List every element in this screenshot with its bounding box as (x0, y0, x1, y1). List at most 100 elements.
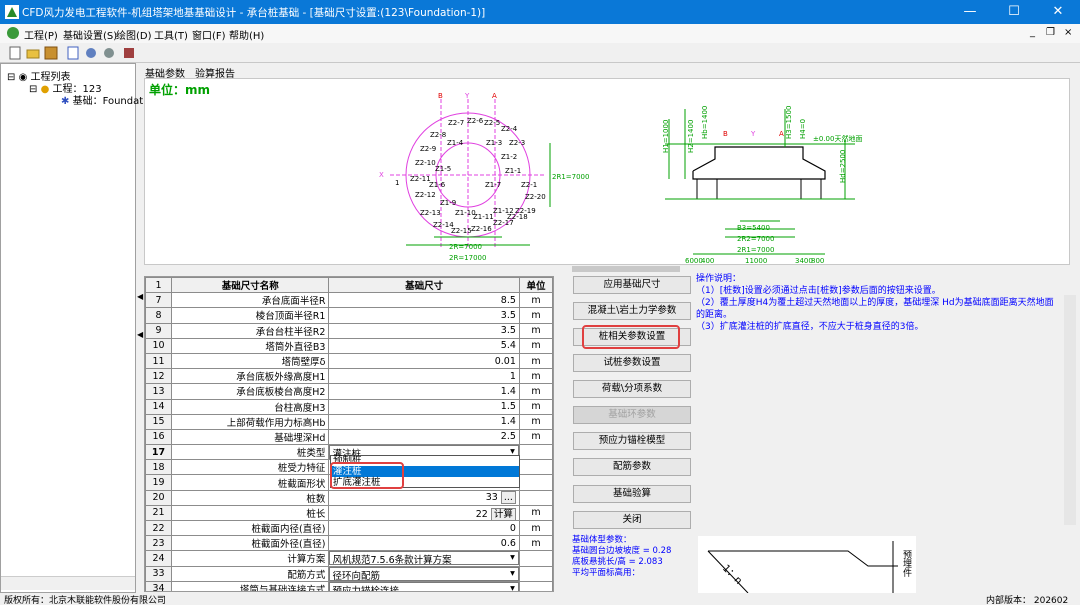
chevron-down-icon[interactable]: ▾ (510, 568, 515, 579)
value-cell[interactable]: 1 (328, 368, 520, 385)
pile-label: Z2-18 (507, 213, 528, 221)
pile-label: Z1-6 (429, 181, 446, 189)
table-row: 9 承台台柱半径R2 3.5 m (145, 322, 553, 339)
table-row: 22 桩截面内径(直径) 0 m (145, 519, 553, 537)
pile-label: Z2-9 (420, 145, 436, 153)
reinforcement-button[interactable]: 配筋参数 (573, 458, 691, 476)
menu-drawing[interactable]: 绘图(D) (116, 27, 152, 42)
collapse-left-icon[interactable]: ◀ (137, 292, 143, 301)
calc-scheme-select[interactable]: 风机规范7.5.6条款计算方案 ▾ (329, 551, 519, 566)
concrete-params-button[interactable]: 混凝土\岩土力学参数 (573, 302, 691, 320)
anchor-model-button[interactable]: 预应力锚栓模型 (573, 432, 691, 450)
mdi-minimize-button[interactable]: _ (1030, 27, 1035, 38)
foundation-icon: ✱ (61, 96, 70, 107)
header-value: 基础尺寸 (328, 277, 520, 294)
value-cell[interactable]: 2.5 (328, 428, 520, 446)
maximize-button[interactable]: ☐ (992, 0, 1036, 24)
menu-help[interactable]: 帮助(H) (229, 27, 264, 42)
status-bar: 版权所有：北京木联能软件股份有限公司 内部版本： 202602 (0, 593, 1080, 605)
pile-label: Z2-7 (448, 119, 464, 127)
tree-hscrollbar[interactable] (1, 576, 135, 590)
chevron-down-icon[interactable]: ▾ (510, 552, 515, 563)
pile-label: Z2-6 (467, 117, 484, 125)
settings-icon[interactable] (84, 46, 98, 60)
plan-label-a: A (492, 92, 497, 100)
pile-label: Z2-10 (415, 159, 436, 167)
tree-foundation[interactable]: ✱ 基础：Foundat (61, 92, 143, 107)
table-row: 24 计算方案 风机规范7.5.6条款计算方案 ▾ (145, 550, 553, 567)
value-cell[interactable]: 0.6 (328, 535, 520, 552)
document-icon[interactable] (66, 46, 80, 60)
note-3: （3）扩底灌注桩的扩底直径，不应大于桩身直径的3倍。 (696, 322, 924, 332)
foundation-check-button[interactable]: 基础验算 (573, 485, 691, 503)
value-cell[interactable]: 3.5 (328, 322, 520, 339)
connection-select[interactable]: 预应力锚栓连接 ▾ (329, 582, 519, 591)
value-cell[interactable]: 0 (328, 519, 520, 537)
plan-dim-2r17000: 2R=17000 (449, 254, 486, 262)
sec-label-y: Y (750, 130, 756, 138)
load-factor-button[interactable]: 荷载\分项系数 (573, 380, 691, 398)
table-row: 21 桩长 22 计算 m (145, 504, 553, 522)
chevron-down-icon[interactable]: ▾ (510, 583, 515, 591)
close-dialog-button[interactable]: 关闭 (573, 511, 691, 529)
apply-size-button[interactable]: 应用基础尺寸 (573, 276, 691, 294)
value-cell[interactable]: 0.01 (328, 352, 520, 370)
menu-window[interactable]: 窗口(F) (192, 27, 226, 42)
note-title: 操作说明： (696, 274, 742, 284)
copyright-text: 版权所有：北京木联能软件股份有限公司 (4, 596, 167, 605)
table-row: 11 塔筒壁厚δ 0.01 m (145, 352, 553, 370)
close-button[interactable]: ✕ (1036, 0, 1080, 24)
app-menu-icon[interactable] (6, 26, 20, 40)
foundation-ring-button[interactable]: 基础环参数 (573, 406, 691, 424)
plan-label-1: 1 (395, 179, 399, 187)
pile-count-button[interactable]: ... (500, 491, 516, 505)
collapse-left-icon-2[interactable]: ◀ (137, 330, 143, 339)
mdi-close-button[interactable]: × (1064, 27, 1072, 38)
pile-label: Z2-11 (410, 175, 431, 183)
pile-length-calc-button[interactable]: 计算 (490, 507, 516, 520)
menu-tools[interactable]: 工具(T) (154, 27, 188, 42)
mdi-restore-button[interactable]: ❐ (1046, 27, 1055, 38)
table-row: 16 基础埋深Hd 2.5 m (145, 428, 553, 446)
sec-dim-hd: Hd=2500 (839, 150, 847, 183)
project-icon: ● (40, 84, 50, 95)
value-cell[interactable]: 1.5 (328, 398, 520, 415)
table-row: 10 塔筒外直径B3 5.4 m (145, 337, 553, 354)
pile-label: Z2-5 (484, 119, 500, 127)
open-folder-icon[interactable] (26, 46, 40, 60)
tools-icon[interactable] (102, 46, 116, 60)
sec-dim-11000: 11000 (745, 257, 767, 264)
drawing-canvas: 单位：mm B Y A X 1 2R=7000 2R=17000 2R1=700… (144, 78, 1070, 265)
notes-scrollbar[interactable] (1064, 295, 1076, 525)
value-cell[interactable]: 8.5 (328, 292, 520, 309)
shape-params-panel: 基础体型参数： 基础圆台边坡坡度 = 0.28 底板悬挑长/高 = 2.083 … (572, 535, 672, 578)
reinforcement-select[interactable]: 径环向配筋 ▾ (329, 567, 519, 581)
pile-label: Z2-15 (451, 227, 472, 235)
save-icon[interactable] (44, 46, 58, 60)
dropdown-highlight (330, 462, 404, 489)
value-cell[interactable]: 1.4 (328, 383, 520, 400)
header-name: 基础尺寸名称 (171, 277, 330, 294)
value-cell[interactable]: 1.4 (328, 413, 520, 430)
sec-label-b: B (723, 130, 728, 138)
plan-label-y: Y (464, 92, 470, 100)
test-pile-button[interactable]: 试桩参数设置 (573, 354, 691, 372)
menu-foundation-settings[interactable]: 基础设置(S) (63, 27, 117, 42)
sec-ground-label: ±0.00天然地面 (813, 134, 862, 143)
globe-icon: ◉ (18, 72, 28, 83)
pile-label: Z2-8 (430, 131, 446, 139)
minimize-button[interactable]: — (948, 0, 992, 24)
new-file-icon[interactable] (8, 46, 22, 60)
instructions-panel: 操作说明： （1）[桩数]设置必须通过点击[桩数]参数后面的按钮来设置。 （2）… (696, 273, 1062, 523)
toolbar (0, 43, 1080, 63)
value-cell[interactable]: 5.4 (328, 337, 520, 354)
value-cell[interactable]: 3.5 (328, 307, 520, 324)
table-row: 7 承台底面半径R 8.5 m (145, 292, 553, 309)
menu-project[interactable]: 工程(P) (24, 27, 58, 42)
book-icon[interactable] (122, 46, 136, 60)
pile-label: Z2-20 (525, 193, 546, 201)
splitter-handle[interactable] (572, 266, 680, 272)
plan-label-b: B (438, 92, 443, 100)
pile-label: Z1-7 (485, 181, 501, 189)
pile-label: Z1-5 (435, 165, 451, 173)
